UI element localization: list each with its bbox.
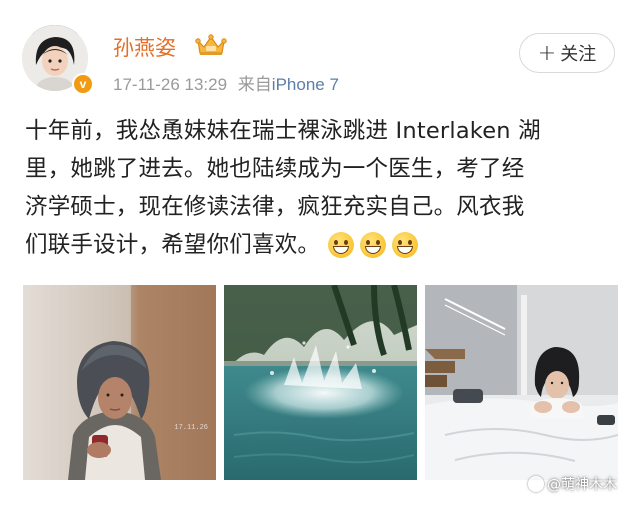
photo-3-image	[425, 285, 618, 480]
grinning-face-icon	[360, 232, 387, 258]
post-text: 十年前，我怂恿妹妹在瑞士裸泳跳进 Interlaken 湖 里，她跳了进去。她也…	[25, 112, 620, 264]
plus-icon: +	[537, 40, 557, 66]
verified-badge-icon: v	[72, 73, 94, 95]
watermark-text: @萌神木木	[547, 477, 617, 493]
follow-button[interactable]: + 关注	[519, 33, 615, 73]
pool-splash-photo[interactable]	[224, 285, 417, 480]
post-text-last-line: 们联手设计，希望你们喜欢。	[25, 226, 620, 264]
photo-grid: 17.11.26	[23, 285, 618, 480]
avatar-container[interactable]: v	[22, 25, 98, 101]
post-text-line: 十年前，我怂恿妹妹在瑞士裸泳跳进 Interlaken 湖	[25, 118, 541, 144]
post-text-line: 们联手设计，希望你们喜欢。	[25, 232, 321, 258]
grinning-face-icon	[392, 232, 419, 258]
weibo-watermark: @萌神木木	[528, 474, 617, 494]
source-prefix: 来自	[237, 75, 272, 94]
post-header: v 孙燕姿 17-11-26 13:29 来自iPhone 7 + 关注	[0, 0, 640, 100]
post-text-line: 济学硕士，现在修读法律，疯狂充实自己。风衣我	[25, 194, 525, 220]
photo-1-image	[23, 285, 216, 480]
post-timestamp: 17-11-26 13:29	[113, 75, 228, 94]
post-meta: 17-11-26 13:29 来自iPhone 7	[113, 70, 339, 95]
follow-label: 关注	[560, 44, 597, 65]
crown-icon	[195, 34, 227, 55]
grinning-face-icon	[328, 232, 355, 258]
woman-with-towel-photo[interactable]: 17.11.26	[23, 285, 216, 480]
device-link[interactable]: iPhone 7	[272, 75, 339, 94]
woman-on-bed-photo[interactable]	[425, 285, 618, 480]
username[interactable]: 孙燕姿	[113, 32, 176, 62]
photo-2-image	[224, 285, 417, 480]
weibo-icon	[528, 476, 544, 492]
photo-date-stamp: 17.11.26	[174, 424, 208, 432]
post-text-line: 里，她跳了进去。她也陆续成为一个医生，考了经	[25, 156, 525, 182]
